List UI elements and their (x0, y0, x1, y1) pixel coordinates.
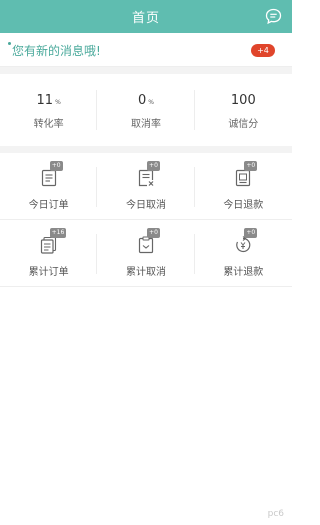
notice-text: 您有新的消息哦! (12, 44, 101, 58)
today-refund-item[interactable]: +0 今日退款 (195, 153, 292, 219)
stat-conversion-rate: 11% 转化率 (0, 74, 98, 146)
item-label: 今日取消 (125, 200, 166, 211)
today-cancel-item[interactable]: +0 今日取消 (97, 153, 195, 219)
page-title: 首页 (131, 11, 160, 26)
total-cancel-item[interactable]: +0 累计取消 (97, 220, 195, 287)
item-label: 累计取消 (125, 267, 166, 278)
clipboard-cancel-icon: +0 (135, 228, 160, 256)
item-label: 累计订单 (28, 267, 69, 278)
money-refund-icon: +0 (232, 228, 258, 256)
item-label: 今日退款 (223, 200, 264, 211)
stat-credit-score: 100 诚信分 (195, 74, 292, 146)
section-divider (0, 67, 292, 74)
order-list-icon: +0 (38, 161, 63, 189)
today-orders-item[interactable]: +0 今日订单 (0, 153, 98, 219)
item-label: 累计退款 (223, 267, 264, 278)
stat-label: 转化率 (33, 119, 64, 130)
count-badge: +0 (244, 228, 258, 238)
chat-bubble-icon[interactable] (264, 7, 283, 26)
total-refund-item[interactable]: +0 累计退款 (195, 220, 292, 287)
count-badge: +16 (49, 228, 67, 238)
refund-icon: +0 (232, 161, 258, 189)
item-label: 今日订单 (28, 200, 69, 211)
count-badge: +0 (146, 228, 160, 238)
stat-cancel-rate: 0% 取消率 (97, 74, 195, 146)
today-row: +0 今日订单 +0 今日取消 +0 今日退款 (0, 153, 292, 220)
stat-unit: % (55, 99, 61, 106)
order-summary-grid: +0 今日订单 +0 今日取消 +0 今日退款 +16 累计订单 +0 累计取消… (0, 153, 292, 287)
count-badge: +0 (146, 161, 160, 171)
new-message-notice[interactable]: 您有新的消息哦! +4 (0, 33, 292, 67)
cancel-order-icon: +0 (135, 161, 160, 189)
stat-value: 11 (36, 93, 54, 108)
message-count-badge: +4 (251, 44, 275, 57)
total-row: +16 累计订单 +0 累计取消 +0 累计退款 (0, 220, 292, 287)
stats-panel: 11% 转化率 0% 取消率 100 诚信分 (0, 74, 292, 146)
stat-label: 诚信分 (228, 119, 259, 130)
stat-unit: % (148, 99, 154, 106)
stat-value: 100 (230, 93, 256, 108)
count-badge: +0 (244, 161, 258, 171)
count-badge: +0 (49, 161, 63, 171)
stat-value: 0 (138, 93, 147, 108)
stat-label: 取消率 (130, 119, 161, 130)
stacked-orders-icon: +16 (38, 228, 67, 256)
notice-dot (8, 42, 11, 45)
total-orders-item[interactable]: +16 累计订单 (0, 220, 98, 287)
watermark: pc6 (267, 509, 284, 519)
app-header: 首页 (0, 0, 292, 33)
section-divider (0, 146, 292, 153)
